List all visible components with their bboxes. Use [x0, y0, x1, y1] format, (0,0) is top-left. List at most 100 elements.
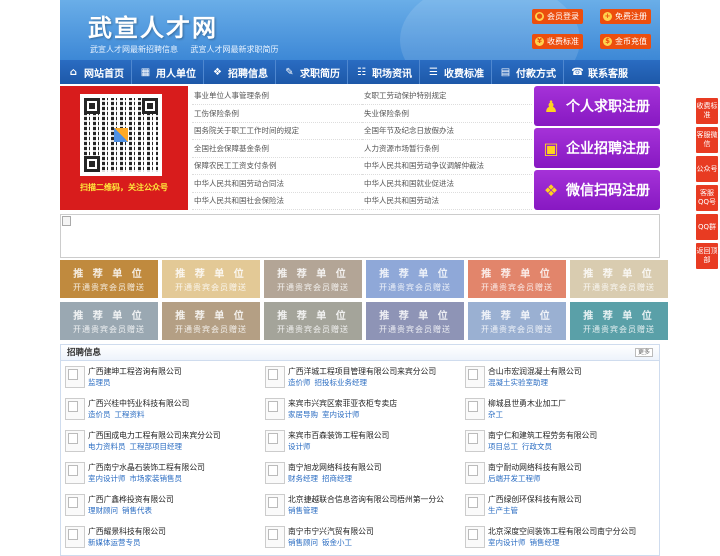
recommended-unit-tile[interactable]: 推 荐 单 位开通贵宾会员赠送 [468, 302, 566, 340]
company-logo-placeholder[interactable] [465, 430, 485, 452]
job-position-link[interactable]: 市场家装销售员 [130, 474, 183, 483]
slogan-latest-resumes[interactable]: 武宣人才网最新求职简历 [191, 45, 279, 54]
recommended-unit-tile[interactable]: 推 荐 单 位开通贵宾会员赠送 [366, 260, 464, 298]
job-position-link[interactable]: 电力资料员 [88, 442, 126, 451]
company-logo-placeholder[interactable] [465, 398, 485, 420]
job-position-link[interactable]: 招商经理 [322, 474, 352, 483]
law-link[interactable]: 中华人民共和国劳动合同法 [192, 176, 362, 193]
company-logo-placeholder[interactable] [265, 398, 285, 420]
law-link[interactable]: 人力资源市场暂行条例 [362, 141, 532, 158]
company-name-link[interactable]: 广西兴桂中钙业科技有限公司 [88, 398, 189, 409]
job-position-link[interactable]: 混凝土实验室助理 [488, 378, 548, 387]
company-name-link[interactable]: 广西绿创环保科技有限公司 [488, 494, 582, 505]
job-position-link[interactable]: 销售经理 [530, 538, 560, 547]
law-link[interactable]: 国务院关于职工工作时间的规定 [192, 123, 362, 141]
job-position-link[interactable]: 理财顾问 [88, 506, 118, 515]
company-name-link[interactable]: 来宾市兴宾区索菲亚衣柜专卖店 [288, 398, 397, 409]
job-position-link[interactable]: 室内设计师 [322, 410, 360, 419]
company-logo-placeholder[interactable] [65, 462, 85, 484]
recommended-unit-tile[interactable]: 推 荐 单 位开通贵宾会员赠送 [264, 260, 362, 298]
float-button-1[interactable]: 客服微信 [696, 127, 718, 153]
job-position-link[interactable]: 监理员 [88, 378, 111, 387]
job-position-link[interactable]: 销售顾问 [288, 538, 318, 547]
job-position-link[interactable]: 招投标业务经理 [315, 378, 368, 387]
job-position-link[interactable]: 室内设计师 [88, 474, 126, 483]
recommended-unit-tile[interactable]: 推 荐 单 位开通贵宾会员赠送 [468, 260, 566, 298]
company-name-link[interactable]: 南宁耐动网络科技有限公司 [488, 462, 582, 473]
job-position-link[interactable]: 造价师 [288, 378, 311, 387]
company-name-link[interactable]: 广西国成电力工程有限公司来宾分公司 [88, 430, 221, 441]
company-name-link[interactable]: 北京捷越联合信息咨询有限公司梧州第一分公 [288, 494, 444, 505]
job-position-link[interactable]: 工程资料 [115, 410, 145, 419]
company-name-link[interactable]: 柳城县世勇木业加工厂 [488, 398, 566, 409]
company-name-link[interactable]: 广西南宁水晶石装饰工程有限公司 [88, 462, 205, 473]
job-position-link[interactable]: 行政文员 [522, 442, 552, 451]
company-logo-placeholder[interactable] [465, 462, 485, 484]
recommended-unit-tile[interactable]: 推 荐 单 位开通贵宾会员赠送 [162, 260, 260, 298]
job-position-link[interactable]: 销售管理 [288, 506, 318, 515]
law-link[interactable]: 中华人民共和国劳动法 [362, 193, 532, 211]
company-logo-placeholder[interactable] [65, 398, 85, 420]
company-name-link[interactable]: 南宁仁和建筑工程劳务有限公司 [488, 430, 597, 441]
job-position-link[interactable]: 造价员 [88, 410, 111, 419]
company-logo-placeholder[interactable] [65, 526, 85, 548]
recommended-unit-tile[interactable]: 推 荐 单 位开通贵宾会员赠送 [366, 302, 464, 340]
law-link[interactable]: 中华人民共和国社会保险法 [192, 193, 362, 211]
coin-recharge-button[interactable]: $ 金币充值 [600, 34, 651, 49]
float-button-4[interactable]: QQ群 [696, 214, 718, 240]
nav-pricing[interactable]: ☰ 收费标准 [420, 60, 492, 84]
float-button-2[interactable]: 公众号 [696, 156, 718, 182]
law-link[interactable]: 工伤保险条例 [192, 106, 362, 123]
recommended-unit-tile[interactable]: 推 荐 单 位开通贵宾会员赠送 [570, 302, 668, 340]
law-link[interactable]: 全国年节及纪念日放假办法 [362, 123, 532, 141]
job-position-link[interactable]: 项目总工 [488, 442, 518, 451]
nav-employers[interactable]: ▦ 用人单位 [132, 60, 204, 84]
law-link[interactable]: 中华人民共和国劳动争议调解仲裁法 [362, 158, 532, 176]
company-name-link[interactable]: 广西耀景科技有限公司 [88, 526, 166, 537]
company-logo-placeholder[interactable] [65, 430, 85, 452]
free-register-button[interactable]: + 免费注册 [600, 9, 651, 24]
recommended-unit-tile[interactable]: 推 荐 单 位开通贵宾会员赠送 [60, 302, 158, 340]
law-link[interactable]: 全国社会保障基金条例 [192, 141, 362, 158]
company-logo-placeholder[interactable] [465, 494, 485, 516]
company-name-link[interactable]: 南宁旭龙网络科技有限公司 [288, 462, 382, 473]
recommended-unit-tile[interactable]: 推 荐 单 位开通贵宾会员赠送 [60, 260, 158, 298]
company-logo-placeholder[interactable] [65, 366, 85, 388]
law-link[interactable]: 中华人民共和国就业促进法 [362, 176, 532, 193]
company-name-link[interactable]: 广西广鑫桦投资有限公司 [88, 494, 174, 505]
job-position-link[interactable]: 销售代表 [122, 506, 152, 515]
job-position-link[interactable]: 后端开发工程师 [488, 474, 541, 483]
company-logo-placeholder[interactable] [265, 366, 285, 388]
slogan-latest-jobs[interactable]: 武宣人才网最新招聘信息 [90, 45, 178, 54]
law-link[interactable]: 保障农民工工资支付条例 [192, 158, 362, 176]
float-button-5[interactable]: 返回顶部 [696, 243, 718, 269]
job-position-link[interactable]: 设计师 [288, 442, 311, 451]
float-button-0[interactable]: 收费标准 [696, 98, 718, 124]
company-logo-placeholder[interactable] [265, 462, 285, 484]
recommended-unit-tile[interactable]: 推 荐 单 位开通贵宾会员赠送 [162, 302, 260, 340]
job-position-link[interactable]: 家居导购 [288, 410, 318, 419]
company-logo-placeholder[interactable] [65, 494, 85, 516]
member-login-button[interactable]: ● 会员登录 [532, 9, 583, 24]
company-register-button[interactable]: ▣ 企业招聘注册 [534, 128, 660, 168]
job-position-link[interactable]: 室内设计师 [488, 538, 526, 547]
company-name-link[interactable]: 来宾市百森装饰工程有限公司 [288, 430, 389, 441]
site-logo[interactable]: 武宣人才网 [88, 8, 218, 43]
nav-jobs[interactable]: ❖ 招聘信息 [204, 60, 276, 84]
job-position-link[interactable]: 新媒体运营专员 [88, 538, 141, 547]
law-link[interactable]: 女职工劳动保护特别规定 [362, 88, 532, 106]
personal-register-button[interactable]: ♟ 个人求职注册 [534, 86, 660, 126]
job-position-link[interactable]: 杂工 [488, 410, 503, 419]
company-logo-placeholder[interactable] [265, 494, 285, 516]
nav-contact[interactable]: ☎ 联系客服 [564, 60, 635, 84]
float-button-3[interactable]: 客服QQ号 [696, 185, 718, 211]
recommended-unit-tile[interactable]: 推 荐 单 位开通贵宾会员赠送 [264, 302, 362, 340]
nav-resumes[interactable]: ✎ 求职简历 [276, 60, 348, 84]
company-logo-placeholder[interactable] [465, 526, 485, 548]
wechat-register-button[interactable]: ❖ 微信扫码注册 [534, 170, 660, 210]
job-position-link[interactable]: 钣金小工 [322, 538, 352, 547]
company-logo-placeholder[interactable] [465, 366, 485, 388]
nav-home[interactable]: ⌂ 网站首页 [60, 60, 132, 84]
job-position-link[interactable]: 生产主管 [488, 506, 518, 515]
recommended-unit-tile[interactable]: 推 荐 单 位开通贵宾会员赠送 [570, 260, 668, 298]
